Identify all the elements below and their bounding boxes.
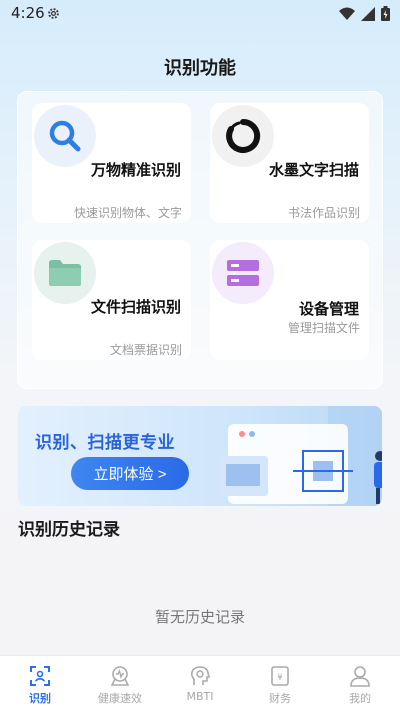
card-title: 万物精准识别 [91,161,182,179]
history-empty-text: 暂无历史记录 [154,608,245,626]
user-icon [350,666,370,687]
scan-icon [30,666,50,686]
nav-item-health[interactable]: 健康速效 [80,656,160,711]
nav-label: 我的 [349,692,371,705]
nav-label: 健康速效 [98,692,142,705]
signal-icon [361,6,375,21]
bottom-nav: 识别 健康速效 MBTI ¥ 财务 我的 [0,655,400,711]
mbti-icon [190,666,211,685]
card-title: 文件扫描识别 [91,298,182,316]
finance-icon: ¥ [271,666,289,686]
search-icon [34,105,96,167]
card-device-management[interactable]: 设备管理 管理扫描文件 [210,240,369,360]
banner-title: 识别、扫描更专业 [35,433,175,453]
status-bar: 4:26 [0,0,400,28]
card-ink-scan[interactable]: 水墨文字扫描 书法作品识别 [210,103,369,223]
nav-item-mbti[interactable]: MBTI [160,656,240,711]
wifi-icon [339,7,355,20]
card-title: 设备管理 [298,300,359,318]
nav-item-finance[interactable]: ¥ 财务 [240,656,320,711]
card-subtitle: 管理扫描文件 [287,321,360,335]
function-panel: 万物精准识别 快速识别物体、文字 水墨文字扫描 书法作品识别 文件扫描识别 文档… [17,91,383,389]
folder-icon [34,242,96,304]
nav-item-me[interactable]: 我的 [320,656,400,711]
nav-label: 财务 [269,692,291,705]
health-icon [110,666,130,686]
ink-circle-icon [212,105,274,167]
svg-text:¥: ¥ [277,673,283,683]
history-title: 识别历史记录 [18,520,120,540]
card-subtitle: 书法作品识别 [287,206,360,220]
status-time: 4:26 [11,4,45,22]
server-icon [212,242,274,304]
nav-item-recognize[interactable]: 识别 [0,656,80,711]
page-title: 识别功能 [164,58,236,79]
card-title: 水墨文字扫描 [269,161,360,179]
nav-label: 识别 [29,692,51,705]
gear-icon [48,8,59,19]
card-file-scan[interactable]: 文件扫描识别 文档票据识别 [32,240,191,360]
scan-illustration [218,406,382,506]
card-subtitle: 文档票据识别 [109,343,182,357]
nav-label: MBTI [186,690,214,703]
card-subtitle: 快速识别物体、文字 [73,206,182,220]
battery-icon [381,6,390,21]
try-now-button[interactable]: 立即体验 > [71,457,189,490]
card-object-recognition[interactable]: 万物精准识别 快速识别物体、文字 [32,103,191,223]
promo-banner[interactable]: 识别、扫描更专业 立即体验 > [18,406,382,506]
